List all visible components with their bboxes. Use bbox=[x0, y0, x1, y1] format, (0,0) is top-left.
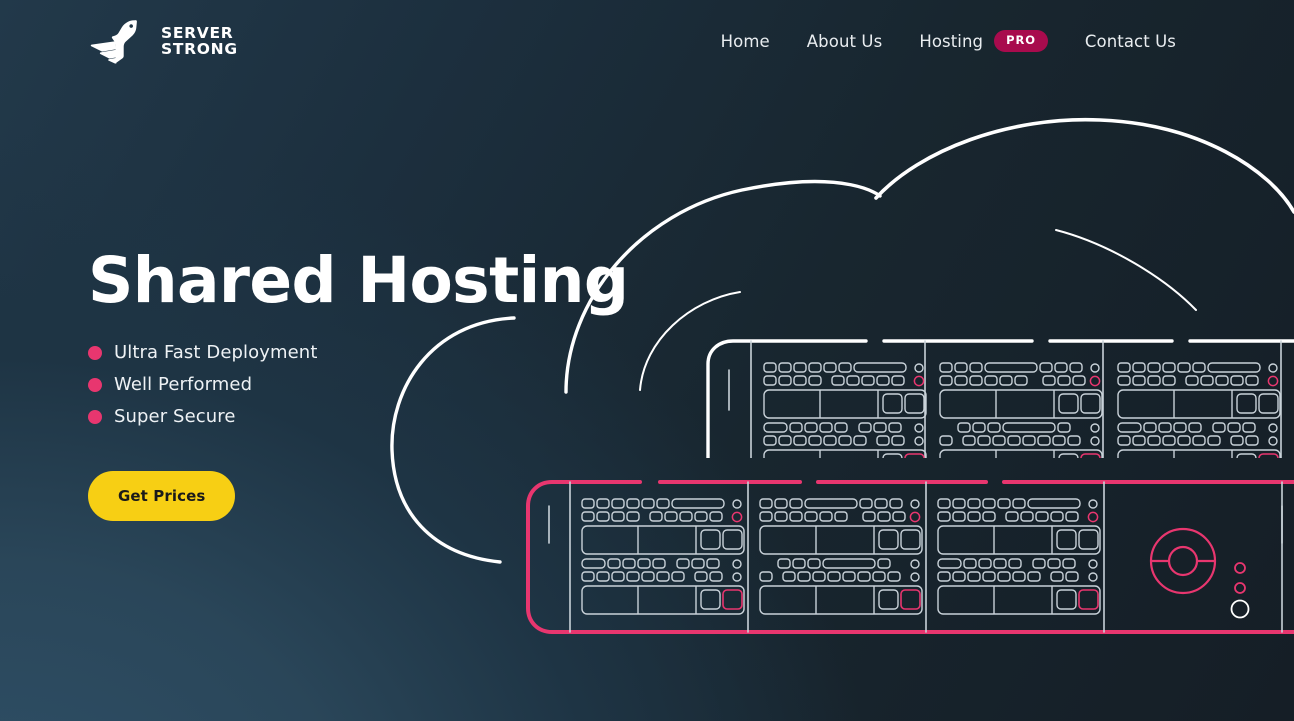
nav-link-contact-us[interactable]: Contact Us bbox=[1085, 32, 1176, 51]
feature-label: Well Performed bbox=[114, 374, 253, 396]
nav-link-hosting[interactable]: Hosting bbox=[919, 32, 983, 51]
feature-label: Ultra Fast Deployment bbox=[114, 342, 318, 364]
list-item: Well Performed bbox=[88, 369, 628, 401]
feature-label: Super Secure bbox=[114, 406, 236, 428]
bullet-dot-icon bbox=[88, 345, 102, 360]
hero-section: Shared Hosting Ultra Fast Deployment Wel… bbox=[88, 244, 629, 521]
lower-server-rack-highlighted bbox=[526, 480, 1294, 634]
pegasus-logo-icon bbox=[90, 20, 137, 64]
brand-line-2: STRONG bbox=[161, 40, 238, 58]
site-header: SERVER STRONG Home About Us Hosting PRO … bbox=[0, 0, 1294, 82]
get-prices-button[interactable]: Get Prices bbox=[88, 470, 236, 521]
main-nav: Home About Us Hosting PRO Contact Us bbox=[721, 29, 1176, 53]
list-item: Super Secure bbox=[88, 401, 628, 433]
pro-badge: PRO bbox=[994, 29, 1048, 53]
nav-link-about-us[interactable]: About Us bbox=[807, 32, 883, 51]
status-leds bbox=[1230, 562, 1250, 619]
bullet-dot-icon bbox=[88, 377, 102, 392]
feature-list: Ultra Fast Deployment Well Performed Sup… bbox=[88, 337, 628, 433]
power-dial-icon bbox=[1149, 527, 1217, 595]
list-item: Ultra Fast Deployment bbox=[88, 337, 628, 369]
page-title: Shared Hosting bbox=[88, 244, 629, 317]
upper-server-rack bbox=[706, 339, 1294, 458]
nav-group-hosting: Hosting PRO bbox=[919, 29, 1048, 53]
nav-link-home[interactable]: Home bbox=[721, 32, 770, 51]
brand-text: SERVER STRONG bbox=[161, 25, 238, 57]
bullet-dot-icon bbox=[88, 409, 102, 424]
brand-logo[interactable]: SERVER STRONG bbox=[88, 18, 238, 64]
brand-line-1: SERVER bbox=[161, 24, 234, 42]
